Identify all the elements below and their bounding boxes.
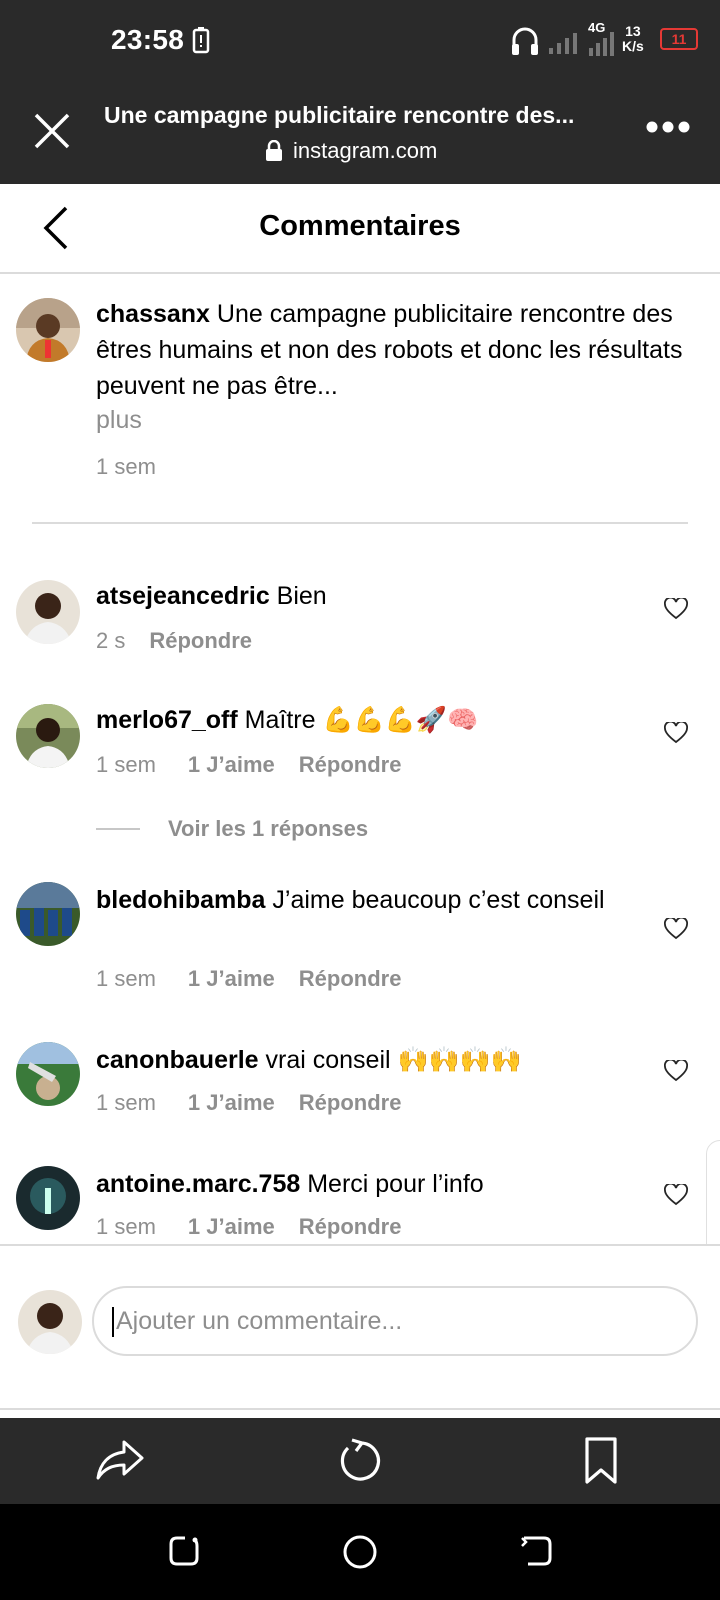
comment-input-bar: Ajouter un commentaire...: [0, 1244, 720, 1410]
comment-text: canonbauerle vrai conseil 🙌🙌🙌🙌: [96, 1042, 636, 1078]
reply-button[interactable]: Répondre: [299, 1214, 402, 1240]
comment-time: 1 sem: [96, 1090, 156, 1115]
lock-icon: [266, 140, 282, 161]
network-speed-value: 13: [625, 23, 641, 39]
status-bar: 23:58 4G 13 K/s 11: [0, 0, 720, 82]
comment-time: 1 sem: [96, 752, 156, 777]
caption-username[interactable]: chassanx: [96, 300, 210, 328]
battery-saver-icon: [192, 27, 210, 54]
caption-more-link[interactable]: plus: [96, 406, 142, 435]
network-speed-unit: K/s: [622, 38, 644, 54]
reply-button[interactable]: Répondre: [149, 628, 252, 654]
heart-icon[interactable]: [664, 598, 688, 620]
avatar-atsejeancedric[interactable]: [16, 580, 80, 644]
caption-time: 1 sem: [96, 454, 156, 479]
comment-body: vrai conseil 🙌🙌🙌🙌: [265, 1046, 523, 1074]
comment-body: Maître 💪💪💪🚀🧠: [244, 706, 479, 734]
comment-username[interactable]: merlo67_off: [96, 706, 238, 734]
comment-time: 1 sem: [96, 1214, 156, 1239]
likes-count[interactable]: 1 J’aime: [188, 752, 275, 778]
comment-body: Merci pour l’info: [307, 1170, 484, 1198]
replies-divider: [96, 828, 140, 830]
signal-icon-2: [589, 32, 614, 56]
heart-icon[interactable]: [664, 1184, 688, 1206]
avatar-chassanx[interactable]: [16, 298, 80, 362]
comment-body: Bien: [276, 582, 327, 610]
reply-button[interactable]: Répondre: [299, 752, 402, 778]
heart-icon[interactable]: [664, 918, 688, 940]
comment-meta: 1 sem 1 J’aime Répondre: [96, 752, 401, 778]
browser-url: instagram.com: [265, 138, 437, 164]
comment-meta: 1 sem 1 J’aime Répondre: [96, 1214, 401, 1240]
reply-button[interactable]: Répondre: [299, 966, 402, 992]
comment-username[interactable]: canonbauerle: [96, 1046, 259, 1074]
bookmark-icon[interactable]: [584, 1436, 618, 1486]
caption: chassanx Une campagne publicitaire renco…: [96, 296, 696, 404]
avatar-antoine-marc-758[interactable]: [16, 1166, 80, 1230]
comment-username[interactable]: antoine.marc.758: [96, 1170, 300, 1198]
reply-button[interactable]: Répondre: [299, 1090, 402, 1116]
browser-bar: Une campagne publicitaire rencontre des.…: [0, 82, 720, 184]
likes-count[interactable]: 1 J’aime: [188, 966, 275, 992]
comment-time: 2 s: [96, 628, 126, 653]
divider: [32, 522, 688, 524]
browser-bottom-bar: [0, 1418, 720, 1504]
battery-indicator: 11: [660, 28, 698, 50]
comment-meta: 2 s Répondre: [96, 628, 252, 654]
reload-icon[interactable]: [338, 1438, 384, 1484]
recent-apps-icon[interactable]: [167, 1534, 201, 1568]
avatar-merlo67_off[interactable]: [16, 704, 80, 768]
text-caret: [112, 1307, 114, 1338]
close-icon[interactable]: [33, 112, 71, 150]
comment-username[interactable]: bledohibamba: [96, 886, 265, 914]
back-nav-icon[interactable]: [520, 1534, 554, 1568]
avatar-canonbauerle[interactable]: [16, 1042, 80, 1106]
view-replies-button[interactable]: Voir les 1 réponses: [96, 816, 368, 842]
comment-meta: 1 sem 1 J’aime Répondre: [96, 966, 401, 992]
comments-header: Commentaires: [0, 184, 720, 274]
browser-url-text: instagram.com: [293, 138, 438, 163]
comment-text: antoine.marc.758 Merci pour l’info: [96, 1166, 636, 1202]
heart-icon[interactable]: [664, 1060, 688, 1082]
page-title: Commentaires: [259, 210, 461, 242]
comment-input[interactable]: Ajouter un commentaire...: [92, 1286, 698, 1356]
browser-page-title: Une campagne publicitaire rencontre des.…: [104, 102, 575, 128]
system-nav-bar: [0, 1504, 720, 1600]
headphones-icon: [512, 27, 538, 55]
comment-text: atsejeancedric Bien: [96, 578, 636, 614]
comment-meta: 1 sem 1 J’aime Répondre: [96, 1090, 401, 1116]
more-icon[interactable]: [646, 120, 690, 134]
likes-count[interactable]: 1 J’aime: [188, 1214, 275, 1240]
network-speed: 13 K/s: [622, 24, 644, 54]
comment-username[interactable]: atsejeancedric: [96, 582, 270, 610]
likes-count[interactable]: 1 J’aime: [188, 1090, 275, 1116]
signal-icon: [549, 33, 577, 54]
status-time: 23:58: [111, 24, 185, 55]
heart-icon[interactable]: [664, 722, 688, 744]
home-icon[interactable]: [342, 1534, 378, 1570]
comment-body: J’aime beaucoup c’est conseil: [272, 886, 605, 914]
comment-text: merlo67_off Maître 💪💪💪🚀🧠: [96, 702, 636, 738]
comment-text: bledohibamba J’aime beaucoup c’est conse…: [96, 882, 636, 918]
view-replies-label: Voir les 1 réponses: [168, 816, 369, 841]
share-icon[interactable]: [96, 1438, 144, 1482]
battery-level: 11: [671, 31, 687, 47]
avatar-bledohibamba[interactable]: [16, 882, 80, 946]
avatar-current-user: [18, 1290, 82, 1354]
comment-time: 1 sem: [96, 966, 156, 991]
comment-input-placeholder: Ajouter un commentaire...: [116, 1307, 403, 1335]
